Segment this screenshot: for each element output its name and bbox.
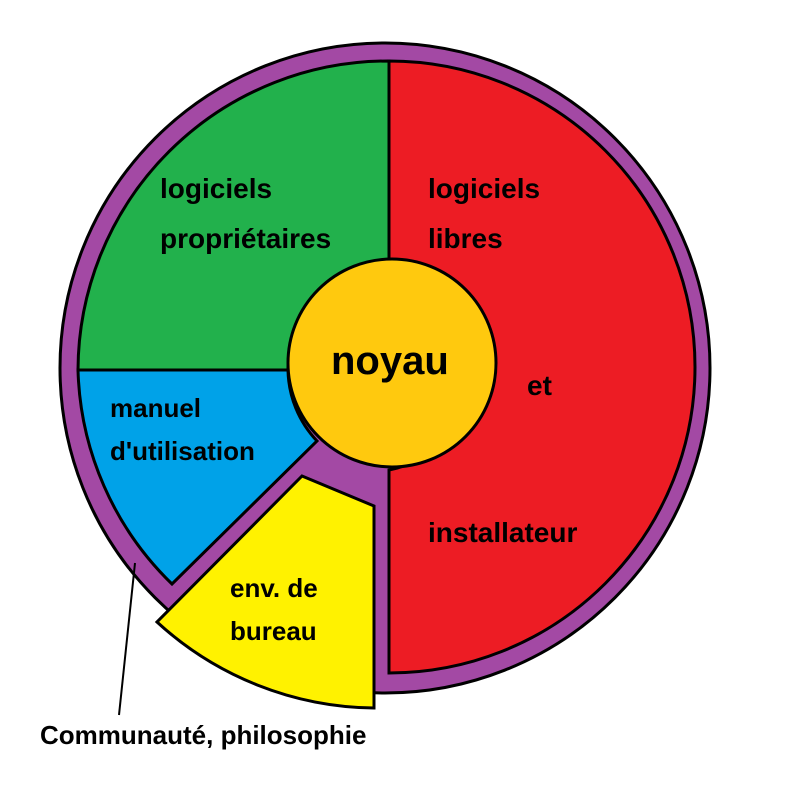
free-label-line2: libres xyxy=(428,223,503,254)
desktop-label-line1: env. de xyxy=(230,573,318,603)
free-label-line4: installateur xyxy=(428,517,577,548)
proprietary-label-line1: logiciels xyxy=(160,173,272,204)
desktop-label-line2: bureau xyxy=(230,616,317,646)
ring-callout-line xyxy=(118,562,136,716)
kernel-layers-diagram: logiciels propriétaires logiciels libres… xyxy=(0,0,800,800)
proprietary-label-line2: propriétaires xyxy=(160,223,331,254)
manual-label-line2: d'utilisation xyxy=(110,436,255,466)
manual-label-line1: manuel xyxy=(110,393,201,423)
free-label-line3: et xyxy=(527,370,552,401)
kernel-label: noyau xyxy=(331,339,449,383)
free-label-line1: logiciels xyxy=(428,173,540,204)
ring-label: Communauté, philosophie xyxy=(40,720,366,750)
diagram-canvas: logiciels propriétaires logiciels libres… xyxy=(40,41,712,750)
